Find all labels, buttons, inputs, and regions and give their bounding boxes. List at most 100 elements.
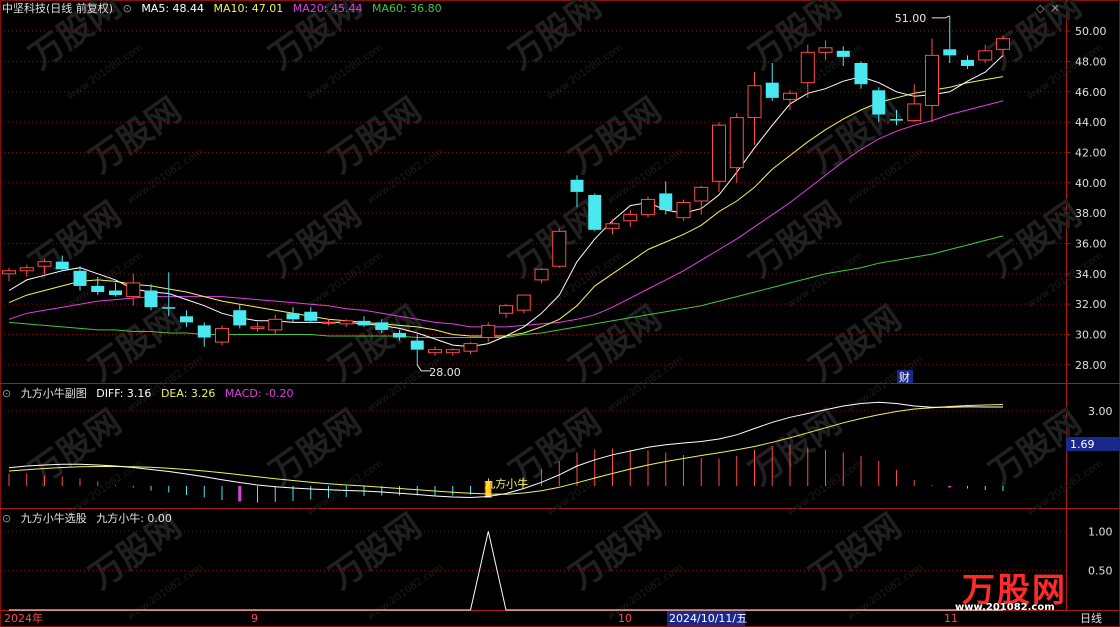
- candle[interactable]: [516, 294, 531, 314]
- candle-body: [978, 50, 993, 61]
- candle[interactable]: [925, 38, 939, 123]
- event-badge[interactable]: 财: [899, 370, 910, 384]
- candle[interactable]: [197, 322, 211, 347]
- year-label: 2024年: [4, 611, 43, 625]
- candle[interactable]: [481, 322, 496, 343]
- candle[interactable]: [605, 219, 620, 235]
- price-tick-label: 40.00: [1075, 177, 1107, 190]
- candle-body: [925, 54, 939, 106]
- candle-body: [2, 270, 16, 275]
- candle[interactable]: [961, 55, 974, 70]
- candle-body: [907, 103, 922, 122]
- price-tick-label: 36.00: [1075, 237, 1107, 250]
- candle-body: [676, 202, 691, 219]
- candle-body: [943, 49, 957, 56]
- candle[interactable]: [676, 199, 691, 221]
- price-tick-label: 38.00: [1075, 207, 1107, 220]
- candle[interactable]: [126, 273, 141, 306]
- candle[interactable]: [428, 346, 442, 356]
- main-header: 中坚科技(日线 前复权) ⊙ MA5: 48.44 MA10: 47.01 MA…: [2, 2, 448, 16]
- low-price-label: 28.00: [429, 366, 461, 379]
- candle-body: [747, 85, 762, 119]
- candle[interactable]: [499, 304, 513, 318]
- candle[interactable]: [854, 61, 868, 89]
- candle[interactable]: [233, 304, 247, 329]
- candle[interactable]: [463, 342, 478, 355]
- ma60-value: MA60: 36.80: [371, 2, 442, 15]
- candle[interactable]: [109, 282, 122, 297]
- candle-body: [197, 325, 211, 338]
- ma20-value: MA20: 45.44: [292, 2, 363, 15]
- price-tick-label: 48.00: [1075, 55, 1107, 68]
- candle[interactable]: [552, 228, 567, 268]
- candle-body: [872, 90, 886, 115]
- candle[interactable]: [623, 210, 638, 227]
- candle-body: [463, 343, 478, 352]
- candle[interactable]: [943, 15, 957, 63]
- sub1-title[interactable]: 九方小牛副图: [21, 387, 87, 400]
- candle-body: [304, 311, 318, 321]
- candle-body: [961, 59, 974, 66]
- candle[interactable]: [694, 185, 709, 215]
- candle-body: [215, 327, 229, 343]
- sub1-header: ⊙ 九方小牛副图 DIFF: 3.16 DEA: 3.26 MACD: -0.2…: [2, 387, 300, 401]
- candle-body: [321, 321, 336, 324]
- stock-label[interactable]: 中坚科技(日线 前复权): [2, 2, 113, 15]
- candle[interactable]: [268, 314, 283, 335]
- candle[interactable]: [286, 307, 300, 323]
- candle-body: [854, 62, 868, 85]
- sub2-header: ⊙ 九方小牛选股 九方小牛: 0.00: [2, 512, 178, 526]
- candle[interactable]: [339, 319, 354, 327]
- candle[interactable]: [712, 122, 726, 192]
- candle-body: [836, 50, 850, 57]
- sub2-toggle-icon[interactable]: ⊙: [2, 512, 11, 525]
- candle[interactable]: [357, 316, 371, 327]
- candle-body: [570, 179, 584, 192]
- dropdown-icon[interactable]: ⊙: [123, 2, 132, 15]
- signal-tick-label: 1.00: [1088, 525, 1113, 538]
- diamond-icon[interactable]: ◇: [1036, 2, 1044, 15]
- close-icon[interactable]: ✕: [1050, 2, 1059, 15]
- candle[interactable]: [729, 113, 744, 183]
- candle[interactable]: [818, 40, 833, 60]
- candle-body: [516, 294, 531, 311]
- candle[interactable]: [304, 307, 318, 323]
- sub1-toggle-icon[interactable]: ⊙: [2, 387, 11, 400]
- period-label[interactable]: 日线: [1080, 611, 1102, 625]
- candle[interactable]: [321, 319, 336, 326]
- candle-body: [286, 313, 300, 320]
- candle[interactable]: [588, 193, 602, 232]
- candle-body: [393, 332, 406, 338]
- candle[interactable]: [641, 196, 655, 218]
- candle[interactable]: [659, 181, 673, 215]
- candle-body: [55, 261, 69, 270]
- candle-body: [375, 322, 389, 330]
- candle-body: [126, 282, 141, 298]
- candle[interactable]: [747, 72, 762, 145]
- candle[interactable]: [215, 325, 229, 346]
- candle-body: [73, 270, 87, 286]
- candle-body: [339, 320, 354, 325]
- candle[interactable]: [2, 267, 16, 282]
- candle[interactable]: [907, 84, 922, 123]
- macd-value: MACD: -0.20: [224, 387, 294, 400]
- candle-body: [428, 349, 442, 354]
- candle[interactable]: [250, 322, 265, 332]
- candle-body: [250, 326, 265, 329]
- stock-chart[interactable]: 万股网www.201082.com 万股网www.201082.com 万股网www…: [0, 0, 1120, 627]
- price-tick-label: 50.00: [1075, 25, 1107, 38]
- cursor-date: 2024/10/11/五: [669, 612, 747, 625]
- candle-body: [783, 92, 797, 100]
- candle[interactable]: [144, 284, 158, 311]
- price-tick-label: 44.00: [1075, 116, 1107, 129]
- candle-body: [481, 324, 496, 339]
- price-tick-label: 34.00: [1075, 268, 1107, 281]
- sub2-title[interactable]: 九方小牛选股: [21, 512, 87, 525]
- candle-body: [996, 38, 1010, 50]
- price-tick-label: 32.00: [1075, 298, 1107, 311]
- candle[interactable]: [445, 348, 460, 356]
- price-tick-label: 28.00: [1075, 359, 1107, 372]
- candle-body: [552, 230, 567, 267]
- candle-body: [605, 223, 620, 229]
- candle[interactable]: [534, 267, 549, 283]
